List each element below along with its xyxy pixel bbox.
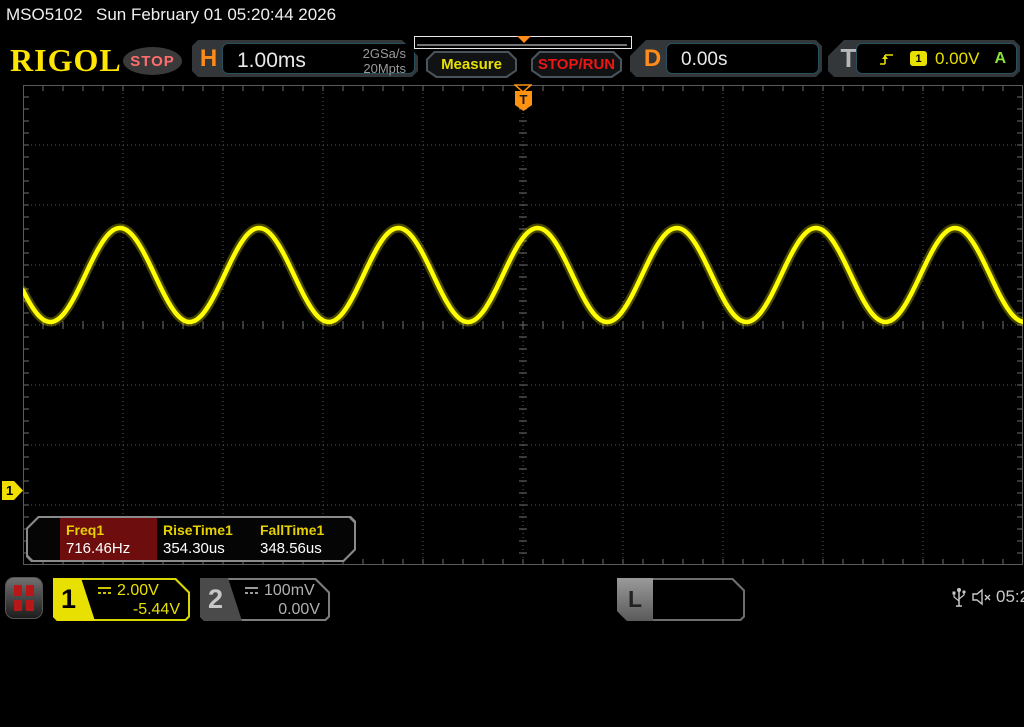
channel2-scale: 100mV bbox=[264, 582, 315, 599]
horizontal-settings-block[interactable]: H 1.00ms 2GSa/s 20Mpts bbox=[192, 40, 418, 77]
rigol-logo: RIGOL bbox=[10, 42, 122, 78]
device-model: MSO5102 bbox=[6, 5, 83, 24]
acquisition-readout: 2GSa/s 20Mpts bbox=[363, 46, 406, 76]
measurement-panel: Freq1 716.46Hz RiseTime1 354.30us FallTi… bbox=[26, 516, 356, 562]
memory-trigger-position-icon bbox=[517, 36, 531, 43]
measurement-risetime1[interactable]: RiseTime1 354.30us bbox=[157, 518, 254, 560]
stop-run-button[interactable]: STOP/RUN bbox=[531, 51, 622, 78]
delay-key-label: D bbox=[643, 44, 662, 72]
trigger-block[interactable]: T 1 0.00V A bbox=[828, 40, 1020, 77]
measurement-falltime1[interactable]: FallTime1 348.56us bbox=[254, 518, 351, 560]
trigger-t-badge: T bbox=[515, 91, 532, 111]
clock: 05:20 bbox=[996, 587, 1024, 606]
horizontal-key-label: H bbox=[199, 44, 218, 72]
channel1-badge[interactable]: 2.00V -5.44V 1 bbox=[53, 578, 190, 621]
channel2-badge[interactable]: 100mV 0.00V 2 bbox=[200, 578, 330, 621]
speaker-muted-icon[interactable] bbox=[972, 588, 994, 606]
delay-block[interactable]: D 0.00s bbox=[630, 40, 822, 77]
dc-coupling-icon bbox=[97, 586, 112, 595]
logic-key-label: L bbox=[617, 578, 653, 621]
dc-coupling-icon bbox=[244, 586, 259, 595]
menu-square bbox=[14, 600, 22, 611]
logic-channels-row1: 0 1 2 3 4 5 6 7 bbox=[661, 622, 735, 634]
memory-position-strip[interactable] bbox=[414, 36, 632, 49]
channel1-offset: -5.44V bbox=[132, 601, 180, 618]
logic-channels-row2: 8 9 1011 12131415 bbox=[661, 676, 755, 688]
trigger-readout: 1 0.00V A bbox=[856, 43, 1017, 74]
menu-square bbox=[14, 585, 22, 596]
trigger-source-badge: 1 bbox=[910, 51, 927, 66]
logic-analyzer-badge[interactable]: 0 1 2 3 4 5 6 7 8 9 1011 12131415 L bbox=[617, 578, 745, 621]
trigger-position-marker[interactable]: T bbox=[512, 84, 534, 114]
delay-readout: 0.00s bbox=[666, 43, 819, 74]
trigger-level-value: 0.00V bbox=[935, 48, 980, 68]
trigger-mode-auto: A bbox=[994, 49, 1006, 67]
memory-depth: 20Mpts bbox=[363, 61, 406, 76]
usb-icon bbox=[952, 588, 966, 607]
waveform-display[interactable] bbox=[23, 85, 1023, 565]
measure-button[interactable]: Measure bbox=[426, 51, 517, 78]
sample-rate: 2GSa/s bbox=[362, 46, 406, 61]
titlebar: MSO5102 Sun February 01 05:20:44 2026 bbox=[0, 0, 1024, 30]
horizontal-readout: 1.00ms 2GSa/s 20Mpts bbox=[222, 43, 415, 74]
menu-square bbox=[26, 600, 34, 611]
run-state-indicator: STOP bbox=[123, 47, 182, 75]
grid-menu-icon[interactable] bbox=[5, 577, 43, 619]
measurement-freq1[interactable]: Freq1 716.46Hz bbox=[60, 518, 157, 560]
channel2-offset: 0.00V bbox=[278, 601, 320, 618]
oscilloscope-screen: { "titlebar": { "model": "MSO5102", "dat… bbox=[0, 0, 1024, 630]
channel1-ground-marker[interactable]: 1 bbox=[2, 481, 23, 500]
channel1-scale: 2.00V bbox=[117, 582, 159, 599]
menu-square bbox=[26, 585, 34, 596]
timebase-value: 1.00ms bbox=[237, 49, 306, 72]
delay-value: 0.00s bbox=[681, 49, 728, 70]
system-datetime: Sun February 01 05:20:44 2026 bbox=[96, 5, 337, 24]
edge-rising-icon bbox=[879, 52, 894, 66]
